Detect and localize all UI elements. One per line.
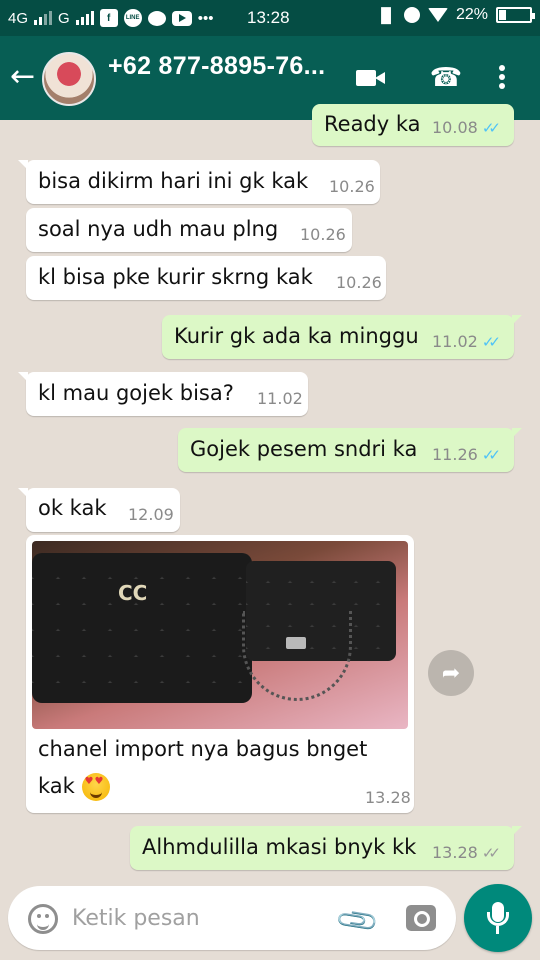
battery-icon xyxy=(496,7,535,23)
status-bar: 4G G f LINE ••• 13:28 ▐▌ 22% xyxy=(0,0,540,36)
message-text: Kurir gk ada ka minggu xyxy=(174,324,419,348)
message-time: 13.28 xyxy=(432,843,478,862)
handbag-image-left xyxy=(32,553,252,703)
message-time: 13.28 xyxy=(365,788,411,807)
wifi-icon xyxy=(427,8,448,22)
voice-record-mic-icon[interactable] xyxy=(464,884,532,952)
camera-icon[interactable] xyxy=(406,905,436,931)
message-text: Alhmdulilla mkasi bnyk kk xyxy=(142,835,417,859)
message-text: Ready ka xyxy=(324,112,421,136)
message-text: kl mau gojek bisa? xyxy=(38,381,234,405)
message-time: 10.26 xyxy=(329,177,375,196)
message-bubble-incoming[interactable]: kl bisa pke kurir skrng kak 10.26 xyxy=(26,256,386,300)
more-options-icon[interactable] xyxy=(492,62,512,94)
forward-share-icon[interactable]: ➦ xyxy=(428,650,474,696)
message-meta: 10.08 ✓✓ xyxy=(432,118,501,137)
youtube-icon xyxy=(171,10,192,26)
message-bubble-incoming[interactable]: soal nya udh mau plng 10.26 xyxy=(26,208,352,252)
caption-line2-text: kak xyxy=(38,774,75,798)
delivered-ticks-icon: ✓✓ xyxy=(481,843,501,862)
message-bubble-outgoing[interactable]: Kurir gk ada ka minggu 11.02 ✓✓ xyxy=(162,315,522,359)
message-input[interactable] xyxy=(72,900,322,936)
chat-notification-icon xyxy=(147,10,166,26)
video-call-icon[interactable] xyxy=(354,62,390,94)
message-meta: 13.28 ✓✓ xyxy=(432,843,501,862)
back-arrow-icon[interactable]: ← xyxy=(10,62,35,92)
status-time: 13:28 xyxy=(247,8,290,27)
image-message-bubble[interactable]: CC chanel import nya bagus bnget kak 13.… xyxy=(26,535,414,813)
message-compose-bar: 📎 xyxy=(8,886,456,950)
message-bubble-outgoing[interactable]: Ready ka 10.08 ✓✓ xyxy=(312,104,514,146)
signal-icon-2 xyxy=(75,11,94,25)
read-ticks-icon: ✓✓ xyxy=(481,332,501,351)
heart-eyes-emoji-icon xyxy=(81,773,110,801)
battery-percent: 22% xyxy=(455,6,488,23)
message-text: soal nya udh mau plng xyxy=(38,217,279,241)
message-bubble-outgoing[interactable]: Alhmdulilla mkasi bnyk kk 13.28 ✓✓ xyxy=(130,826,522,870)
brand-logo: CC xyxy=(118,581,148,605)
contact-avatar[interactable] xyxy=(42,52,96,106)
bag-chain xyxy=(242,611,352,701)
message-time: 11.02 xyxy=(257,389,303,408)
attach-paperclip-icon[interactable]: 📎 xyxy=(333,897,381,945)
product-photo[interactable]: CC xyxy=(32,541,408,729)
image-caption-line1: chanel import nya bagus bnget xyxy=(38,737,368,761)
facebook-icon: f xyxy=(99,9,118,27)
message-time: 12.09 xyxy=(128,505,174,524)
vibrate-icon: ▐▌ xyxy=(376,7,396,23)
read-ticks-icon: ✓✓ xyxy=(481,118,501,137)
network-type-g: G xyxy=(58,9,70,27)
network-type-4g: 4G xyxy=(8,9,29,27)
message-time: 10.26 xyxy=(300,225,346,244)
message-time: 11.26 xyxy=(432,445,478,464)
message-text: Gojek pesem sndri ka xyxy=(190,437,418,461)
more-notifications-icon: ••• xyxy=(197,9,214,27)
emoji-icon[interactable] xyxy=(28,904,58,934)
message-meta: 11.26 ✓✓ xyxy=(432,445,501,464)
message-time: 11.02 xyxy=(432,332,478,351)
message-time: 10.08 xyxy=(432,118,478,137)
signal-icon xyxy=(34,11,53,25)
message-bubble-incoming[interactable]: kl mau gojek bisa? 11.02 xyxy=(18,372,308,416)
message-bubble-incoming[interactable]: ok kak 12.09 xyxy=(18,488,180,532)
line-icon: LINE xyxy=(123,9,142,27)
message-text: kl bisa pke kurir skrng kak xyxy=(38,265,313,289)
alarm-icon xyxy=(403,7,420,23)
message-text: bisa dikirm hari ini gk kak xyxy=(38,169,309,193)
voice-call-icon[interactable]: ☎ xyxy=(428,62,464,94)
read-ticks-icon: ✓✓ xyxy=(481,445,501,464)
image-caption-line2: kak xyxy=(38,773,110,801)
message-text: ok kak xyxy=(38,496,107,520)
message-time: 10.26 xyxy=(336,273,382,292)
message-bubble-incoming[interactable]: bisa dikirm hari ini gk kak 10.26 xyxy=(18,160,380,204)
message-bubble-outgoing[interactable]: Gojek pesem sndri ka 11.26 ✓✓ xyxy=(178,428,522,472)
battery-level xyxy=(499,10,506,20)
message-meta: 11.02 ✓✓ xyxy=(432,332,501,351)
contact-name[interactable]: +62 877-8895-76... xyxy=(108,52,325,81)
